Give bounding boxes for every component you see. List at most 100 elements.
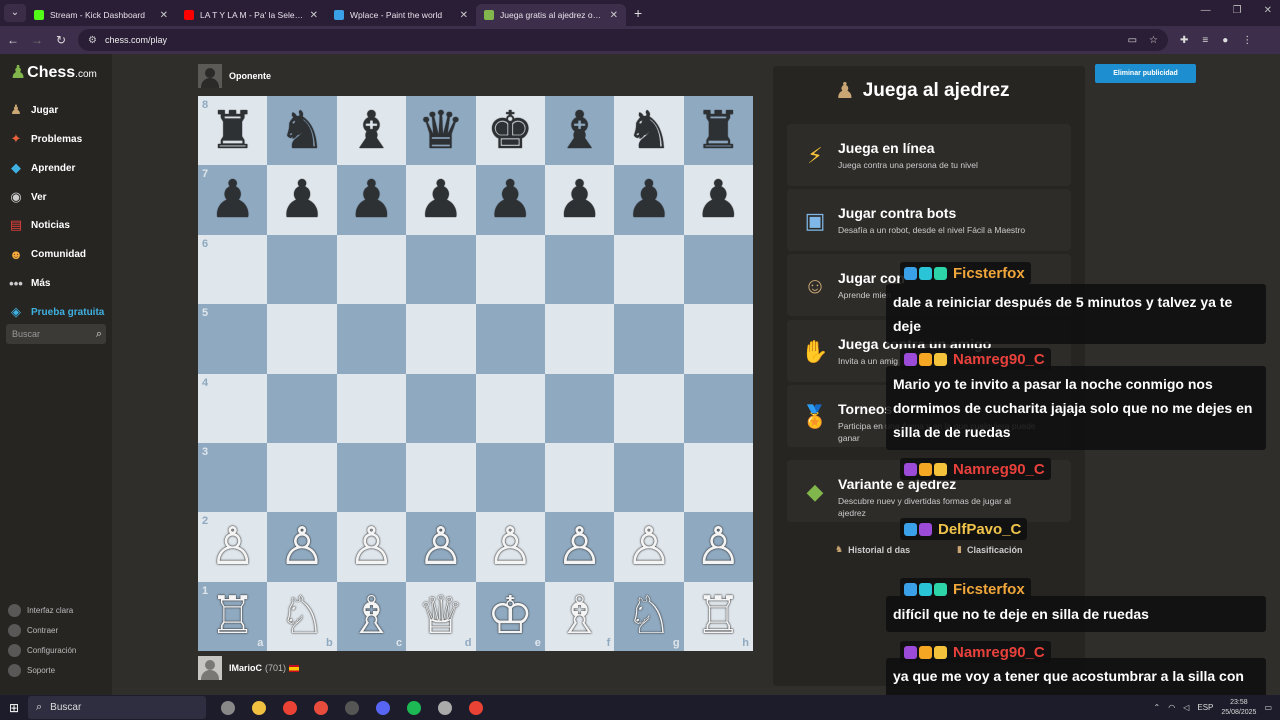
- maximize-button[interactable]: ❐: [1233, 5, 1242, 16]
- chess-piece[interactable]: ♙: [487, 521, 534, 573]
- board-square[interactable]: [336, 373, 407, 443]
- board-square[interactable]: [683, 304, 753, 374]
- language-indicator[interactable]: ESP: [1197, 703, 1213, 712]
- chess-piece[interactable]: ♟: [626, 174, 673, 226]
- chess-piece[interactable]: ♙: [209, 521, 256, 573]
- board-square[interactable]: [544, 304, 615, 374]
- taskbar-app-icon[interactable]: [274, 696, 305, 719]
- board-square[interactable]: [475, 442, 545, 513]
- chess-piece[interactable]: ♘: [626, 590, 673, 642]
- play-option-card[interactable]: ▣ Jugar contra bots Desafía a un robot, de…: [787, 189, 1071, 251]
- chess-piece[interactable]: ♙: [348, 521, 395, 573]
- board-square[interactable]: [336, 304, 407, 374]
- sidebar-item-prueba-gratuita[interactable]: ◈ Prueba gratuita: [8, 304, 104, 320]
- board-square[interactable]: [336, 442, 407, 513]
- board-square[interactable]: [267, 373, 337, 443]
- chess-piece[interactable]: ♙: [556, 521, 603, 573]
- taskbar-app-icon[interactable]: [305, 696, 336, 719]
- board-square[interactable]: 5: [198, 304, 268, 374]
- board-square[interactable]: c ♗: [336, 581, 407, 651]
- chess-piece[interactable]: ♙: [695, 521, 742, 573]
- board-square[interactable]: ♞: [267, 96, 337, 166]
- board-square[interactable]: [683, 442, 753, 513]
- board-square[interactable]: [544, 373, 615, 443]
- browser-tab[interactable]: Stream - Kick Dashboard ✕: [26, 4, 176, 26]
- board-square[interactable]: ♟: [614, 165, 684, 235]
- chess-piece[interactable]: ♗: [348, 590, 395, 642]
- board-square[interactable]: ♟: [336, 165, 407, 235]
- chess-piece[interactable]: ♞: [626, 105, 673, 157]
- chess-piece[interactable]: ♛: [418, 105, 465, 157]
- chess-piece[interactable]: ♟: [556, 174, 603, 226]
- taskbar-search[interactable]: ⌕ Buscar: [28, 696, 206, 719]
- chess-piece[interactable]: ♟: [279, 174, 326, 226]
- chess-piece[interactable]: ♟: [348, 174, 395, 226]
- install-app-icon[interactable]: ▭: [1128, 35, 1137, 46]
- chess-piece[interactable]: ♝: [348, 105, 395, 157]
- board-square[interactable]: [683, 373, 753, 443]
- taskbar-app-icon[interactable]: [243, 696, 274, 719]
- tab-close-icon[interactable]: ✕: [460, 10, 468, 21]
- volume-icon[interactable]: ◁: [1183, 703, 1189, 712]
- board-square[interactable]: ♛: [406, 96, 476, 166]
- taskbar-app-icon[interactable]: [367, 696, 398, 719]
- board-square[interactable]: [267, 234, 337, 305]
- board-square[interactable]: [267, 304, 337, 374]
- sidebar-item-noticias[interactable]: ▤ Noticias: [8, 217, 70, 233]
- remove-ads-button[interactable]: Eliminar publicidad: [1095, 64, 1196, 83]
- close-window-button[interactable]: ✕: [1264, 5, 1272, 16]
- board-square[interactable]: ♙: [475, 512, 545, 582]
- chess-piece[interactable]: ♚: [487, 105, 534, 157]
- board-square[interactable]: [267, 442, 337, 513]
- windows-start-icon[interactable]: ⊞: [0, 701, 28, 715]
- tray-chevron-icon[interactable]: ⌃: [1154, 703, 1161, 712]
- chess-piece[interactable]: ♖: [695, 590, 742, 642]
- profile-avatar[interactable]: ●: [1222, 35, 1228, 46]
- board-square[interactable]: ♟: [267, 165, 337, 235]
- board-square[interactable]: ♟: [683, 165, 753, 235]
- board-square[interactable]: ♙: [336, 512, 407, 582]
- taskbar-clock[interactable]: 23:58 25/08/2025: [1221, 698, 1256, 718]
- board-square[interactable]: ♝: [336, 96, 407, 166]
- taskbar-app-icon[interactable]: [398, 696, 429, 719]
- taskbar-app-icon[interactable]: [336, 696, 367, 719]
- board-square[interactable]: [406, 234, 476, 305]
- board-square[interactable]: ♞: [614, 96, 684, 166]
- chess-logo[interactable]: ♟ Chess .com: [10, 62, 97, 83]
- board-square[interactable]: [475, 373, 545, 443]
- board-square[interactable]: 8 ♜: [198, 96, 268, 166]
- taskbar-app-icon[interactable]: [429, 696, 460, 719]
- browser-tab[interactable]: Wplace - Paint the world ✕: [326, 4, 476, 26]
- chess-piece[interactable]: ♞: [279, 105, 326, 157]
- play-option-card[interactable]: ⚡ Juega en línea Juega contra una persona …: [787, 124, 1071, 186]
- board-square[interactable]: [614, 234, 684, 305]
- board-square[interactable]: [614, 304, 684, 374]
- board-square[interactable]: [406, 373, 476, 443]
- sidebar-item-más[interactable]: ••• Más: [8, 275, 50, 291]
- tab-search-button[interactable]: ⌄: [4, 4, 26, 22]
- wifi-icon[interactable]: ◠: [1168, 703, 1175, 712]
- chess-piece[interactable]: ♕: [418, 590, 465, 642]
- sidebar-item-jugar[interactable]: ♟ Jugar: [8, 102, 58, 118]
- board-square[interactable]: ♙: [614, 512, 684, 582]
- sidebar-item-aprender[interactable]: ◆ Aprender: [8, 160, 75, 176]
- board-square[interactable]: ♟: [475, 165, 545, 235]
- chess-piece[interactable]: ♟: [487, 174, 534, 226]
- chess-piece[interactable]: ♙: [626, 521, 673, 573]
- board-square[interactable]: ♜: [683, 96, 753, 166]
- board-square[interactable]: ♙: [544, 512, 615, 582]
- chess-piece[interactable]: ♜: [695, 105, 742, 157]
- browser-menu-icon[interactable]: ⋮: [1242, 35, 1252, 46]
- board-square[interactable]: e ♔: [475, 581, 545, 651]
- site-info-icon[interactable]: ⚙: [88, 35, 97, 46]
- board-square[interactable]: h ♖: [683, 581, 753, 651]
- tab-close-icon[interactable]: ✕: [610, 10, 618, 21]
- board-square[interactable]: g ♘: [614, 581, 684, 651]
- address-bar[interactable]: ⚙ chess.com/play ▭ ☆: [78, 29, 1168, 51]
- chess-piece[interactable]: ♟: [209, 174, 256, 226]
- sidebar-item-comunidad[interactable]: ☻ Comunidad: [8, 246, 86, 262]
- forward-button[interactable]: →: [26, 33, 48, 47]
- board-square[interactable]: [475, 304, 545, 374]
- taskbar-app-icon[interactable]: [460, 696, 491, 719]
- sidebar-bottom-item[interactable]: Interfaz clara: [8, 604, 73, 617]
